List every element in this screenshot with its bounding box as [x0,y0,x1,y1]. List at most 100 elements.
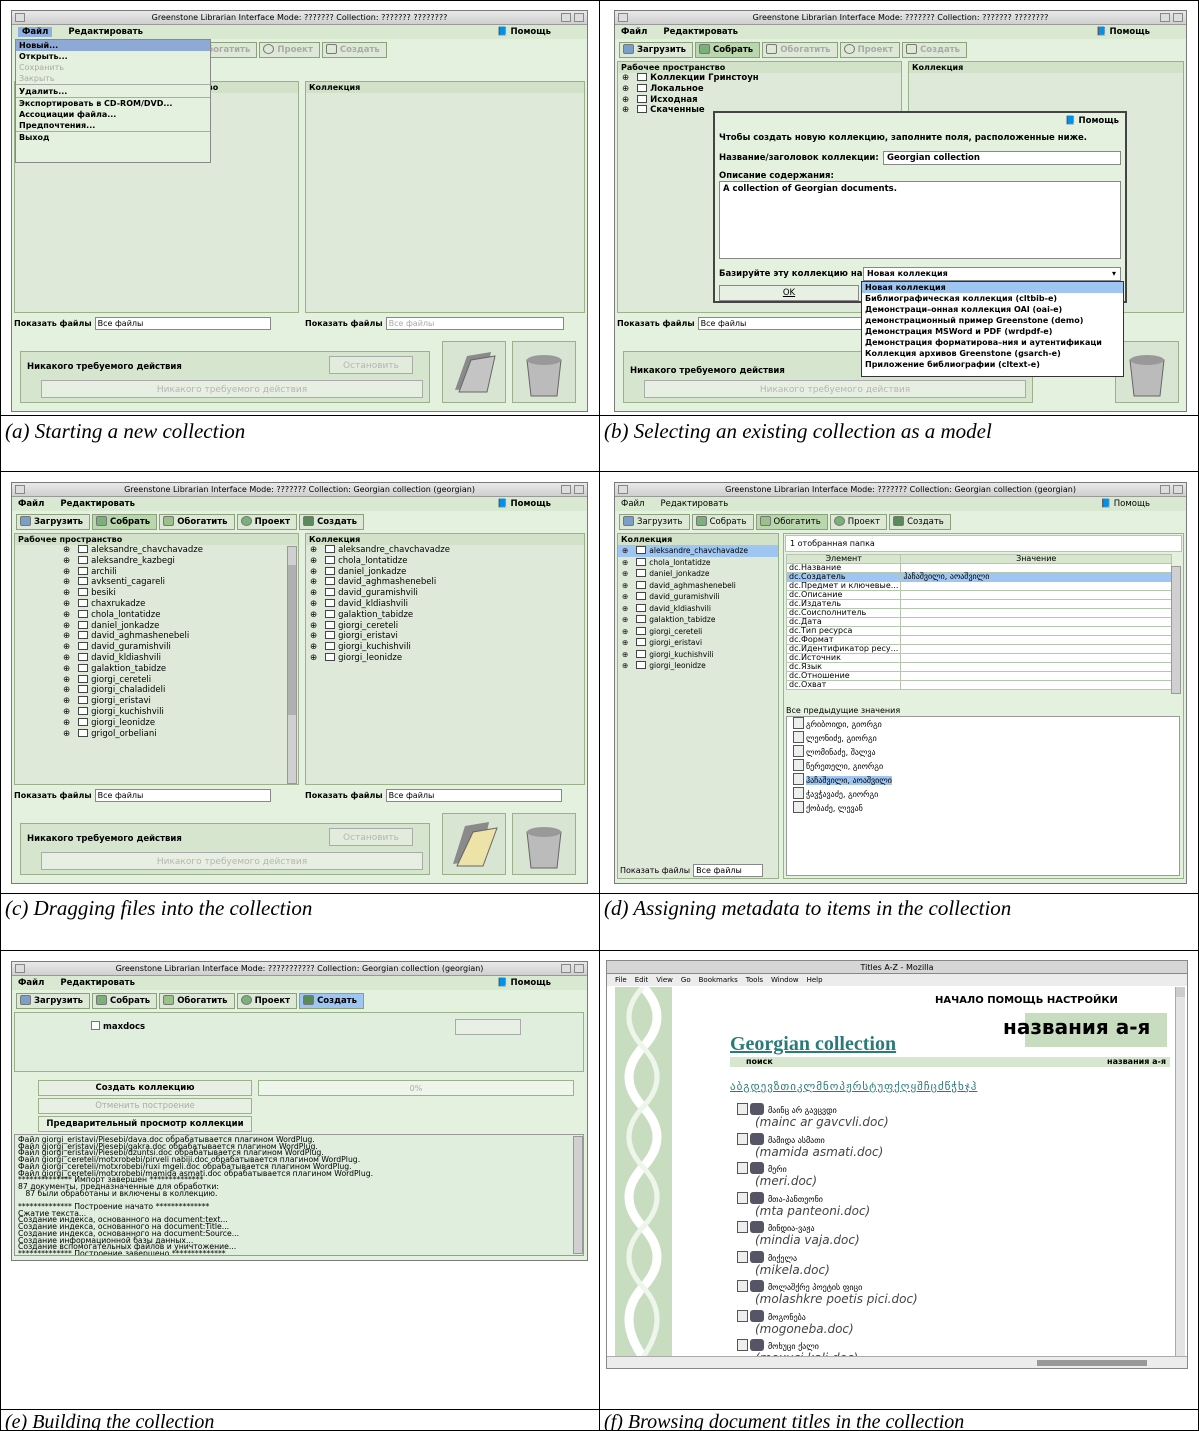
minimize-icon[interactable] [561,485,571,494]
document-title-row[interactable]: მოგონება [737,1309,854,1322]
help-button[interactable]: 📘 Помощь [497,497,567,511]
tree-item[interactable]: ⊕ chola_lontatidze [59,609,286,621]
browser-menu-item[interactable]: Go [681,976,691,984]
tab-enrich[interactable]: Обогатить [755,514,828,530]
tree-item[interactable]: ⊕ chaxrukadze [59,598,286,610]
option-item[interactable]: Демонстраци–онная коллекция OAI (oai-e) [862,304,1123,315]
browser-menu-item[interactable]: Bookmarks [699,976,738,984]
tree-item[interactable]: ⊕ david_aghmashenebeli [306,577,584,588]
tree-item[interactable]: ⊕ aleksandre_chavchavadze [59,545,286,556]
menu-edit[interactable]: Редактировать [663,27,738,37]
table-row[interactable]: dc.Соисполнитель [785,608,1172,618]
tree-item[interactable]: ⊕ Коллекции Гринстоун [618,73,901,84]
tree-item[interactable]: ⊕ david_guramishvili [306,588,584,599]
value-cell[interactable] [900,671,1172,681]
tree-item[interactable]: ⊕ galaktion_tabidze [306,609,584,621]
option-item[interactable]: Демонстрация MSWord и PDF (wrdpdf-e) [862,326,1123,337]
menu-file[interactable]: Файл [621,499,644,509]
trash-icon[interactable] [512,341,576,403]
value-cell[interactable]: ჰაჩაშვილი, აოაშვილი [900,572,1172,582]
tab-design[interactable]: Проект [839,42,901,58]
tree-item[interactable]: ⊕ daniel_jonkadze [59,620,286,632]
tab-gather[interactable]: Собрать [695,42,761,58]
window-menu-icon[interactable] [618,485,628,494]
tab-gather[interactable]: Собрать [92,514,158,530]
help-button[interactable]: 📘 Помощь [497,25,567,39]
maxdocs-checkbox[interactable] [91,1021,100,1030]
cancel-build-button[interactable]: Отменить построение [38,1098,252,1114]
tab-download[interactable]: Загрузить [619,42,694,58]
tree-item[interactable]: ⊕ aleksandre_chavchavadze [306,545,584,556]
tab-design[interactable]: Проект [236,993,298,1009]
tab-design[interactable]: Проект [829,514,888,530]
menu-edit[interactable]: Редактировать [60,978,135,988]
preview-collection-button[interactable]: Предварительный просмотр коллекции [38,1116,252,1132]
collection-title-link[interactable]: Georgian collection [730,1033,896,1056]
maxdocs-option[interactable]: maxdocs [91,1021,145,1032]
tree-item[interactable]: ⊕ david_kldiashvili [618,603,778,615]
tree-item[interactable]: ⊕ daniel_jonkadze [306,566,584,578]
value-cell[interactable] [900,653,1172,663]
menu-item-export[interactable]: Экспортировать в CD-ROM/DVD... [16,97,210,109]
document-title-row[interactable]: მოხუცი ქალი [737,1339,858,1351]
document-title-row[interactable]: მერი [737,1162,817,1174]
browser-menu-item[interactable]: Help [807,976,823,984]
tree-item[interactable]: ⊕ giorgi_eristavi [618,637,778,649]
tree-item[interactable]: ⊕ david_aghmashenebeli [618,580,778,592]
menu-file[interactable]: Файл [621,27,647,37]
minimize-icon[interactable] [1160,485,1170,494]
value-cell[interactable] [900,644,1172,654]
document-title-row[interactable]: მოლაშქრე პოეტის ფიცი [737,1280,918,1292]
value-cell[interactable] [900,635,1172,645]
tab-enrich[interactable]: Обогатить [159,993,235,1009]
menu-item-preferences[interactable]: Предпочтения... [16,120,210,131]
filter-select[interactable]: Все файлы [693,864,764,877]
workspace-scrollbar[interactable] [287,546,297,784]
tree-item[interactable]: ⊕ Исходная [618,94,901,106]
menu-item-open[interactable]: Открыть... [16,51,210,62]
book-icon[interactable] [750,1309,764,1322]
value-cell[interactable] [900,662,1172,672]
minimize-icon[interactable] [561,964,571,973]
value-cell[interactable] [900,680,1172,690]
document-icon[interactable] [737,1280,748,1292]
tab-gather[interactable]: Собрать [92,993,158,1009]
table-row[interactable]: dc.Тип ресурса [785,626,1172,636]
option-item[interactable]: Демонстрация форматирова–ния и аутентифи… [862,337,1123,348]
document-icon[interactable] [737,1309,748,1322]
list-item[interactable]: ჭავჭავაძე, გიორგი [787,787,1179,801]
browser-menu-item[interactable]: File [615,976,627,984]
book-icon[interactable] [750,1191,764,1204]
menu-edit[interactable]: Редактировать [68,27,143,37]
menu-file[interactable]: Файл [18,27,53,37]
tree-item[interactable]: ⊕ aleksandre_kazbegi [59,555,286,567]
document-title-row[interactable]: მამიდა ასმათი [737,1132,883,1145]
book-icon[interactable] [750,1132,764,1145]
tree-item[interactable]: ⊕ chola_lontatidze [306,555,584,567]
document-title-row[interactable]: მინდია-ვაჟა [737,1221,860,1233]
tree-item[interactable]: ⊕ avksenti_cagareli [59,577,286,588]
tree-item[interactable]: ⊕ archili [59,566,286,578]
tab-create[interactable]: Создать [321,42,387,58]
help-button[interactable]: 📘 Помощь [1100,497,1166,511]
book-icon[interactable] [750,1162,764,1174]
tree-item[interactable]: ⊕ galaktion_tabidze [618,614,778,626]
search-link[interactable]: поиск [746,1057,773,1066]
trash-icon[interactable] [1115,341,1179,403]
window-menu-icon[interactable] [15,13,25,22]
tab-design[interactable]: Проект [259,42,320,58]
tree-item[interactable]: ⊕ besiki [59,588,286,599]
filter-select[interactable]: Все файлы [94,317,271,330]
document-icon[interactable] [737,1162,748,1174]
option-item[interactable]: демонстрационный пример Greenstone (demo… [862,315,1123,326]
book-icon[interactable] [750,1250,764,1263]
menu-edit[interactable]: Редактировать [60,499,135,509]
close-icon[interactable] [1173,13,1183,22]
menu-item-new[interactable]: Новый... [16,40,210,51]
maxdocs-spinner[interactable] [455,1019,521,1035]
list-item[interactable]: ლეონიძე, გიორგი [787,731,1179,745]
book-icon[interactable] [750,1339,764,1351]
description-textarea[interactable]: A collection of Georgian documents. [719,181,1121,259]
tab-create[interactable]: Создать [299,993,364,1009]
tab-create[interactable]: Создать [902,42,967,58]
